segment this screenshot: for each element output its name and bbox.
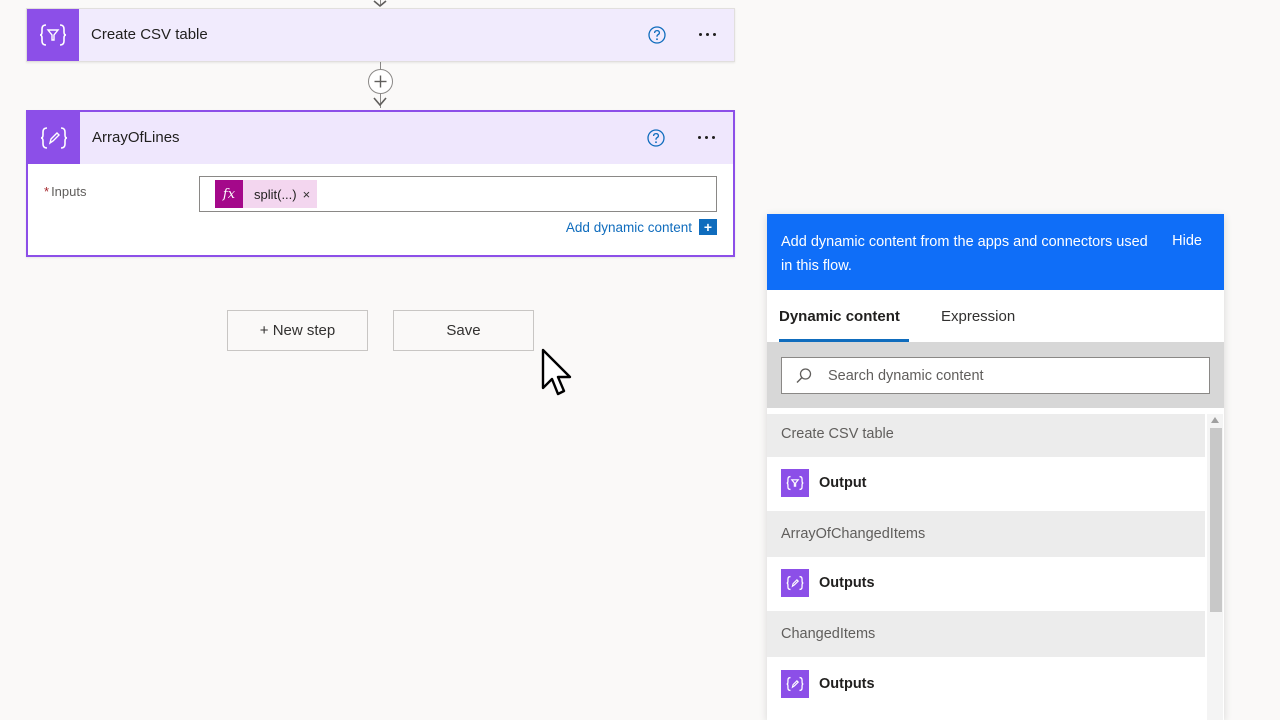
add-dynamic-content-label: Add dynamic content	[565, 219, 692, 235]
plus-icon: +	[699, 219, 717, 235]
data-operation-icon	[781, 469, 809, 497]
help-icon[interactable]	[648, 26, 666, 44]
inputs-field[interactable]: fx split(...) ×	[199, 176, 717, 212]
card-header[interactable]: Create CSV table	[27, 9, 734, 61]
card-title: ArrayOfLines	[92, 129, 180, 146]
panel-banner: Add dynamic content from the apps and co…	[767, 214, 1224, 290]
add-dynamic-content-link[interactable]: Add dynamic content +	[566, 218, 717, 236]
compose-icon	[28, 112, 80, 164]
list-item[interactable]: Outputs	[767, 557, 1205, 609]
list-item[interactable]: Output	[767, 457, 1205, 509]
token-remove-icon[interactable]: ×	[303, 187, 318, 202]
search-input[interactable]	[828, 358, 1198, 393]
arrow-down-icon	[373, 97, 387, 107]
compose-icon	[781, 670, 809, 698]
more-options-icon[interactable]	[692, 126, 720, 148]
panel-tabs: Dynamic content Expression	[767, 290, 1224, 342]
item-label: Outputs	[819, 575, 875, 591]
expression-token[interactable]: fx split(...) ×	[215, 180, 318, 208]
inputs-label: * Inputs	[44, 184, 86, 199]
data-operation-icon	[27, 9, 79, 61]
group-header: Create CSV table	[767, 414, 1205, 457]
search-area	[767, 342, 1224, 408]
banner-text: Add dynamic content from the apps and co…	[781, 234, 1148, 274]
fx-icon: fx	[215, 180, 243, 208]
dynamic-content-list: Create CSV table Output ArrayOfChangedIt…	[767, 414, 1205, 720]
help-icon[interactable]	[647, 129, 665, 147]
card-title: Create CSV table	[91, 26, 208, 43]
card-header[interactable]: ArrayOfLines	[28, 112, 733, 164]
new-step-button[interactable]: + New step	[227, 310, 368, 351]
item-label: Output	[819, 475, 867, 491]
scroll-up-icon[interactable]	[1210, 416, 1220, 424]
token-label: split(...)	[254, 186, 297, 202]
tab-dynamic-content[interactable]: Dynamic content	[779, 308, 900, 325]
list-scrollbar[interactable]	[1207, 414, 1223, 720]
dynamic-content-panel: Add dynamic content from the apps and co…	[767, 214, 1224, 720]
inputs-label-text: Inputs	[51, 184, 87, 199]
group-header: ArrayOfChangedItems	[767, 511, 1205, 557]
group-header: ChangedItems	[767, 611, 1205, 657]
more-options-icon[interactable]	[693, 23, 721, 45]
action-card-create-csv-table[interactable]: Create CSV table	[26, 8, 735, 62]
mouse-cursor-icon	[541, 348, 572, 396]
save-button[interactable]: Save	[393, 310, 534, 351]
scroll-thumb[interactable]	[1210, 428, 1222, 612]
search-box[interactable]	[781, 357, 1210, 394]
tab-expression[interactable]: Expression	[941, 308, 1015, 325]
compose-icon	[781, 569, 809, 597]
list-item[interactable]: Outputs	[767, 658, 1205, 710]
insert-step-plus-icon[interactable]	[367, 68, 394, 95]
item-label: Outputs	[819, 676, 875, 692]
required-marker: *	[44, 184, 50, 199]
hide-button[interactable]: Hide	[1172, 233, 1202, 249]
action-card-arrayoflines[interactable]: ArrayOfLines * Inputs fx split(...) × Add…	[26, 110, 735, 257]
search-icon	[796, 368, 812, 383]
